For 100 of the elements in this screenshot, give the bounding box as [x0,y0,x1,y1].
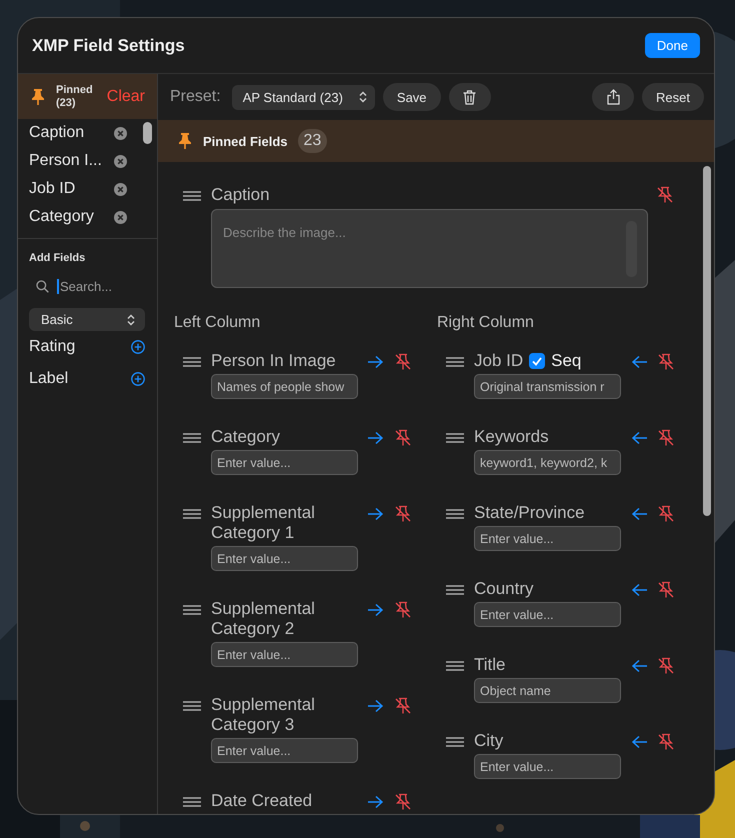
unpin-icon[interactable] [394,505,412,523]
unpin-icon[interactable] [656,186,674,204]
field-option[interactable]: Label [29,370,68,388]
pin-icon [177,132,193,150]
dropdown-value: Basic [41,312,73,327]
arrow-right-icon[interactable] [367,698,385,714]
count-badge: 23 [298,129,328,153]
arrow-right-icon[interactable] [367,354,385,370]
field-label: Supplemental Category 3 [211,695,316,735]
drag-handle-icon[interactable] [446,584,464,596]
scrollbar-thumb[interactable] [143,122,152,144]
input-field[interactable]: Enter value... [211,546,358,571]
preset-dropdown[interactable]: AP Standard (23) [232,84,375,110]
remove-icon[interactable] [114,154,127,168]
unpin-icon[interactable] [394,601,412,619]
pin-icon [30,88,46,106]
unpin-icon[interactable] [657,505,675,523]
drag-handle-icon[interactable] [446,736,464,748]
drag-handle-icon[interactable] [183,604,201,616]
field-label: Supplemental Category 2 [211,599,316,639]
arrow-right-icon[interactable] [367,602,385,618]
drag-handle-icon[interactable] [183,796,201,808]
trash-icon [463,90,476,104]
pinned-count-label: Pinned (23) [56,84,94,110]
input-field[interactable]: keyword1, keyword2, k [474,450,621,475]
unpin-icon[interactable] [394,353,412,371]
arrow-left-icon[interactable] [630,734,648,750]
unpin-icon[interactable] [657,429,675,447]
unpin-icon[interactable] [657,657,675,675]
input-field[interactable]: Enter value... [211,642,358,667]
unpin-icon[interactable] [394,697,412,715]
input-field[interactable]: Original transmission r [474,374,621,399]
preset-label: Preset: [170,88,221,106]
window-title: XMP Field Settings [32,36,185,56]
arrow-right-icon[interactable] [367,794,385,810]
drag-handle-icon[interactable] [183,432,201,444]
remove-icon[interactable] [114,210,127,224]
chevron-up-down-icon [127,314,135,326]
add-icon[interactable] [131,372,145,386]
pinned-item[interactable]: Caption [29,124,84,142]
column-heading: Right Column [437,314,535,332]
drag-handle-icon[interactable] [183,190,201,202]
field-label: Country [474,579,534,599]
arrow-left-icon[interactable] [630,582,648,598]
drag-handle-icon[interactable] [183,700,201,712]
pinned-item[interactable]: Category [29,208,94,226]
unpin-icon[interactable] [657,353,675,371]
drag-handle-icon[interactable] [446,660,464,672]
pinned-item[interactable]: Job ID [29,180,76,198]
field-label: Date Created [211,791,312,811]
remove-icon[interactable] [114,126,127,140]
field-label: Supplemental Category 1 [211,503,316,543]
save-button[interactable]: Save [382,83,441,111]
field-label: City [474,731,504,751]
add-icon[interactable] [131,340,145,354]
reset-button[interactable]: Reset [642,83,704,111]
input-field[interactable]: Enter value... [474,602,621,627]
field-label: Job ID [474,351,524,371]
arrow-left-icon[interactable] [630,658,648,674]
remove-icon[interactable] [114,182,127,196]
arrow-left-icon[interactable] [630,354,648,370]
field-label: Caption [211,185,271,205]
checkbox[interactable] [529,353,546,369]
input-field[interactable]: Object name [474,678,621,703]
unpin-icon[interactable] [657,581,675,599]
drag-handle-icon[interactable] [183,508,201,520]
section-heading: Add Fields [29,252,86,264]
drag-handle-icon[interactable] [183,356,201,368]
drag-handle-icon[interactable] [446,432,464,444]
arrow-right-icon[interactable] [367,506,385,522]
search-field[interactable]: Search... [57,278,140,294]
clear-button[interactable]: Clear [106,88,145,106]
input-field[interactable]: Enter value... [474,754,621,779]
arrow-left-icon[interactable] [630,506,648,522]
share-button[interactable] [592,83,634,111]
section-title: Pinned Fields [203,134,288,148]
input-field[interactable]: Enter value... [474,526,621,551]
search-icon [36,280,49,292]
unpin-icon[interactable] [394,429,412,447]
unpin-icon[interactable] [657,733,675,751]
arrow-right-icon[interactable] [367,430,385,446]
drag-handle-icon[interactable] [446,508,464,520]
field-label: Person In Image [211,351,336,371]
checkbox-label: Seq [551,351,582,371]
category-dropdown[interactable]: Basic [29,308,145,331]
field-label: Keywords [474,427,549,447]
field-label: Category [211,427,280,447]
pinned-item[interactable]: Person I... [29,152,102,170]
input-field[interactable]: Enter value... [211,738,358,763]
chevron-up-down-icon [358,91,367,103]
arrow-left-icon[interactable] [630,430,648,446]
field-option[interactable]: Rating [29,338,76,356]
scrollbar-thumb[interactable] [703,166,711,516]
input-field[interactable]: Names of people show [211,374,358,399]
input-field[interactable]: Enter value... [211,450,358,475]
placeholder-text: Describe the image... [223,225,346,240]
unpin-icon[interactable] [394,793,412,811]
done-button[interactable]: Done [644,33,700,58]
delete-button[interactable] [448,83,491,111]
drag-handle-icon[interactable] [446,356,464,368]
